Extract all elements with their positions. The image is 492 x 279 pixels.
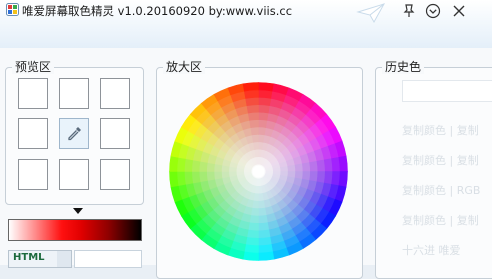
color-wheel-segment[interactable] [331, 171, 341, 187]
history-item[interactable]: 复制颜色 | 复制 [402, 152, 479, 168]
color-wheel-segment[interactable] [316, 171, 326, 184]
color-wheel-segment[interactable] [198, 171, 208, 183]
history-item[interactable]: 十六进 唯爱 [402, 242, 461, 258]
color-wheel-segment[interactable] [251, 134, 259, 143]
history-item[interactable]: 复制颜色 | 复制 [402, 122, 479, 138]
color-wheel-segment[interactable] [258, 244, 274, 254]
color-wheel-segment[interactable] [245, 97, 259, 107]
color-wheel-segment[interactable] [258, 111, 270, 121]
color-wheel-segment[interactable] [169, 171, 179, 188]
color-wheel-segment[interactable] [258, 236, 272, 246]
color-wheel-segment[interactable] [258, 207, 267, 217]
window-title: 唯爱屏幕取色精灵 v1.0.20160920 by:www.viis.cc [22, 4, 293, 18]
color-wheel-segment[interactable] [338, 171, 348, 188]
color-wheel-segment[interactable] [323, 158, 333, 172]
color-wheel-segment[interactable] [258, 214, 268, 224]
color-wheel-segment[interactable] [213, 171, 223, 180]
preview-cell [100, 78, 130, 109]
gradient-marker[interactable] [73, 208, 83, 214]
color-wheel-segment[interactable] [176, 171, 186, 187]
color-wheel-segment[interactable] [198, 160, 208, 172]
color-wheel-segment[interactable] [184, 171, 194, 185]
preview-panel: 预览区 [5, 60, 144, 205]
chevron-down-icon[interactable] [424, 2, 442, 20]
color-wheel-segment[interactable] [249, 119, 259, 129]
eyedropper-icon [68, 127, 81, 141]
history-legend: 历史色 [382, 60, 425, 74]
color-wheel-segment[interactable] [258, 89, 274, 99]
color-wheel-segment[interactable] [258, 200, 266, 209]
color-wheel-segment[interactable] [169, 155, 179, 172]
color-wheel-segment[interactable] [309, 160, 319, 172]
preview-cell [100, 159, 130, 190]
color-wheel-segment[interactable] [258, 222, 270, 232]
color-wheel-segment[interactable] [242, 82, 259, 92]
color-wheel-segment[interactable] [191, 171, 201, 184]
preview-legend: 预览区 [12, 60, 55, 74]
preview-cell [18, 78, 48, 109]
preview-center-cell[interactable] [59, 118, 89, 149]
format-combo[interactable]: HTML [8, 250, 72, 268]
color-wheel-segment[interactable] [258, 229, 271, 239]
color-wheel-segment[interactable] [316, 159, 326, 172]
color-wheel-segment[interactable] [250, 126, 259, 136]
paper-plane-icon [356, 3, 386, 24]
color-wheel[interactable] [168, 81, 349, 262]
magnifier-panel: 放大区 [156, 60, 363, 279]
color-wheel-segment[interactable] [246, 229, 259, 239]
color-wheel-segment[interactable] [331, 156, 341, 172]
color-wheel-segment[interactable] [338, 155, 348, 172]
color-wheel-segment[interactable] [245, 236, 259, 246]
color-wheel-segment[interactable] [221, 171, 230, 179]
color-wheel-segment[interactable] [309, 171, 319, 183]
title-bar: 唯爱屏幕取色精灵 v1.0.20160920 by:www.viis.cc [0, 0, 492, 48]
preview-cell [18, 159, 48, 190]
color-wheel-segment[interactable] [247, 222, 259, 232]
color-wheel-segment[interactable] [287, 164, 296, 172]
history-item[interactable]: 复制颜色 | RGB [402, 182, 480, 198]
color-wheel-segment[interactable] [242, 251, 259, 261]
preview-cell [18, 118, 48, 149]
preview-cell [59, 159, 89, 190]
color-wheel-segment[interactable] [243, 244, 259, 254]
pin-icon[interactable] [400, 2, 418, 20]
color-value-field[interactable] [74, 250, 142, 268]
color-wheel-segment[interactable] [294, 163, 304, 172]
magnifier-legend: 放大区 [163, 60, 206, 74]
color-wheel-segment[interactable] [191, 159, 201, 172]
color-wheel-segment[interactable] [243, 89, 259, 99]
color-wheel-segment[interactable] [258, 104, 271, 114]
history-item[interactable]: 复制颜色 | 复制 [402, 212, 479, 228]
color-wheel-segment[interactable] [247, 111, 259, 121]
color-wheel-segment[interactable] [184, 158, 194, 172]
preview-cell [100, 118, 130, 149]
color-wheel-segment[interactable] [176, 156, 186, 172]
history-top-field [402, 80, 492, 102]
format-combo-value: HTML [13, 252, 45, 263]
app-icon [6, 3, 19, 16]
color-wheel-segment[interactable] [258, 82, 275, 92]
color-wheel-segment[interactable] [258, 97, 272, 107]
color-wheel-segment[interactable] [206, 171, 216, 181]
color-wheel-center [252, 165, 265, 178]
preview-cell [59, 78, 89, 109]
color-gradient-bar[interactable] [8, 219, 142, 241]
history-panel: 历史色 复制颜色 | 复制 复制颜色 | 复制 复制颜色 | RGB 复制颜色 … [375, 60, 492, 279]
close-icon[interactable] [450, 2, 468, 20]
color-wheel-segment[interactable] [301, 162, 311, 172]
color-wheel-segment[interactable] [246, 104, 259, 114]
color-wheel-segment[interactable] [323, 171, 333, 185]
color-wheel-segment[interactable] [258, 251, 275, 261]
